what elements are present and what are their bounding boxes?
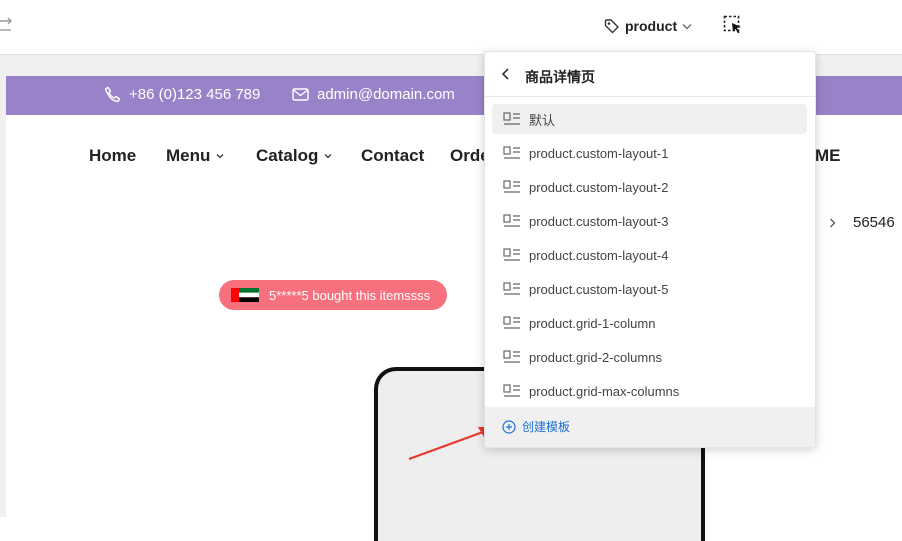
template-option-label: 默认: [529, 112, 556, 128]
dropdown-header: 商品详情页: [485, 52, 815, 97]
layout-template-icon: [503, 282, 520, 295]
layout-template-icon: [503, 248, 520, 261]
chevron-left-icon[interactable]: [501, 68, 510, 80]
element-select-icon[interactable]: [723, 15, 743, 35]
nav-item-menu[interactable]: Menu: [166, 146, 224, 166]
template-dropdown: 商品详情页 默认 product.custom-layout-1 product…: [484, 51, 816, 448]
template-option-label: product.custom-layout-4: [529, 247, 669, 263]
nav-item-label: Catalog: [256, 146, 319, 165]
topbar-phone[interactable]: +86 (0)123 456 789: [104, 86, 260, 103]
nav-item-label: Menu: [166, 146, 211, 165]
topbar-email[interactable]: admin@domain.com: [292, 86, 455, 103]
tag-icon: [604, 19, 619, 34]
template-option[interactable]: product.custom-layout-5: [492, 274, 807, 304]
layout-template-icon: [503, 350, 520, 363]
plus-circle-icon: [502, 419, 516, 434]
layout-template-icon: [503, 316, 520, 329]
template-option-label: product.custom-layout-5: [529, 281, 669, 297]
template-option-label: product.custom-layout-1: [529, 145, 669, 161]
nav-item-contact[interactable]: Contact: [361, 146, 424, 166]
template-option-label: product.grid-2-columns: [529, 349, 662, 365]
template-option-label: product.grid-1-column: [529, 315, 656, 331]
template-option[interactable]: product.grid-2-columns: [492, 342, 807, 372]
nav-item-catalog[interactable]: Catalog: [256, 146, 332, 166]
topbar-phone-text: +86 (0)123 456 789: [129, 86, 261, 103]
breadcrumb-current[interactable]: 56546: [853, 214, 895, 231]
template-option[interactable]: product.custom-layout-3: [492, 206, 807, 236]
nav-item-label: Home: [89, 146, 137, 165]
nav-item-home[interactable]: Home: [89, 146, 136, 166]
template-option-label: product.custom-layout-3: [529, 213, 669, 229]
template-option-label: product.grid-max-columns: [529, 383, 680, 399]
chevron-right-icon: [830, 218, 836, 228]
swap-arrows-icon[interactable]: [0, 17, 14, 35]
nav-item-me[interactable]: ME: [815, 146, 841, 166]
template-selector-label: product: [625, 18, 678, 34]
uae-flag-icon: [231, 288, 259, 302]
dropdown-footer: 创建模板: [485, 407, 815, 447]
layout-template-icon: [503, 214, 520, 227]
social-proof-text: 5*****5 bought this itemssss: [269, 288, 431, 303]
layout-template-icon: [503, 180, 520, 193]
nav-item-label: Contact: [361, 146, 425, 165]
phone-icon: [104, 86, 121, 103]
create-template-button[interactable]: 创建模板: [502, 418, 570, 435]
template-option[interactable]: product.custom-layout-2: [492, 172, 807, 202]
template-list: 默认 product.custom-layout-1 product.custo…: [492, 104, 807, 410]
chevron-down-icon: [682, 23, 692, 29]
template-option[interactable]: product.grid-1-column: [492, 308, 807, 338]
mail-icon: [292, 88, 309, 101]
template-selector[interactable]: product: [604, 15, 692, 37]
nav-item-label: ME: [815, 146, 841, 165]
editor-toolbar: product: [0, 0, 902, 55]
layout-template-icon: [503, 112, 520, 125]
topbar-email-text: admin@domain.com: [317, 86, 455, 103]
template-option-default[interactable]: 默认: [492, 104, 807, 134]
template-option[interactable]: product.grid-max-columns: [492, 376, 807, 406]
chevron-down-icon: [324, 154, 332, 159]
chevron-down-icon: [216, 154, 224, 159]
layout-template-icon: [503, 384, 520, 397]
template-option-label: product.custom-layout-2: [529, 179, 669, 195]
social-proof-badge: 5*****5 bought this itemssss: [219, 280, 447, 310]
template-option[interactable]: product.custom-layout-1: [492, 138, 807, 168]
create-template-label: 创建模板: [522, 420, 571, 434]
dropdown-title: 商品详情页: [525, 69, 595, 85]
layout-template-icon: [503, 146, 520, 159]
template-option[interactable]: product.custom-layout-4: [492, 240, 807, 270]
